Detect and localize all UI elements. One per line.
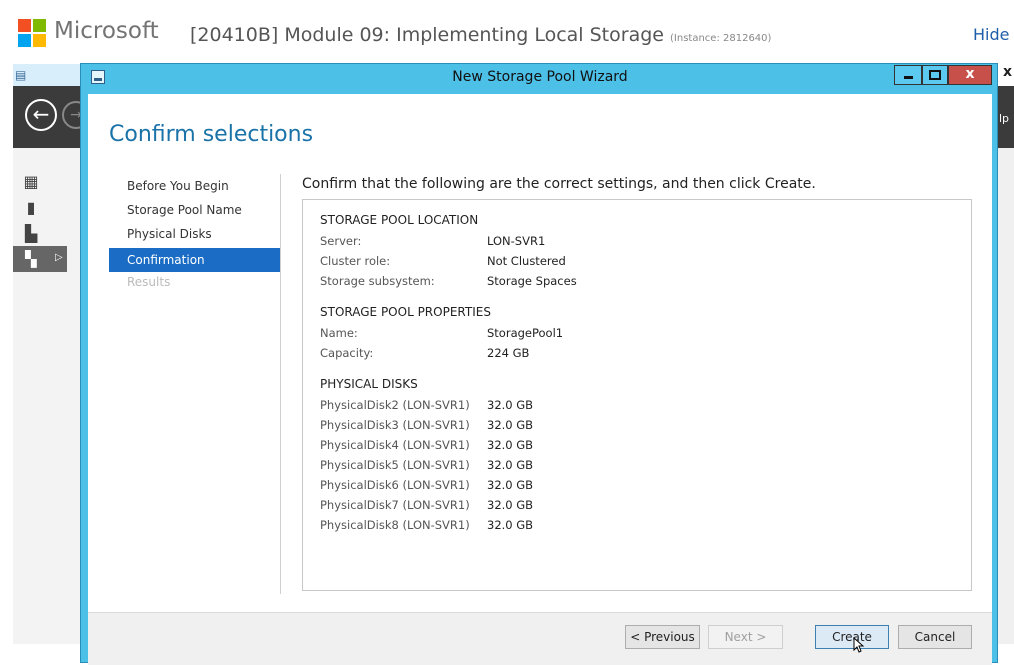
section-title-location: STORAGE POOL LOCATION	[320, 213, 479, 227]
disk-size: 32.0 GB	[487, 398, 534, 412]
confirmation-panel: STORAGE POOL LOCATION Server: LON-SVR1 C…	[302, 199, 972, 591]
hide-link[interactable]: Hide r	[973, 25, 1014, 44]
file-storage-icon: ▚	[25, 250, 37, 268]
lab-title-text: [20410B] Module 09: Implementing Local S…	[190, 24, 664, 46]
expand-arrow-icon: ▷	[55, 252, 63, 263]
disk-name: PhysicalDisk8 (LON-SVR1)	[320, 518, 470, 532]
row-key: Storage subsystem:	[320, 274, 435, 288]
row-value: Not Clustered	[487, 254, 566, 268]
section-title-properties: STORAGE POOL PROPERTIES	[320, 305, 491, 319]
close-icon: x	[965, 66, 975, 82]
close-button[interactable]: x	[948, 65, 992, 85]
wizard-steps: Before You Begin Storage Pool Name Physi…	[109, 176, 280, 296]
window-title: New Storage Pool Wizard	[452, 69, 628, 85]
brand-name: Microsoft	[54, 18, 159, 44]
instance-label: (Instance: 2812640)	[670, 33, 772, 44]
dashboard-icon[interactable]: ▦	[20, 173, 42, 191]
help-menu-label: lp	[999, 112, 1010, 125]
local-server-icon[interactable]: ▮	[20, 199, 42, 217]
disk-name: PhysicalDisk7 (LON-SVR1)	[320, 498, 470, 512]
row-key: Cluster role:	[320, 254, 391, 268]
disk-name: PhysicalDisk3 (LON-SVR1)	[320, 418, 470, 432]
wizard-footer: < Previous Next > Create Cancel	[88, 612, 992, 665]
disk-size: 32.0 GB	[487, 498, 534, 512]
row-value: LON-SVR1	[487, 234, 546, 248]
disk-name: PhysicalDisk2 (LON-SVR1)	[320, 398, 470, 412]
disk-size: 32.0 GB	[487, 418, 534, 432]
background-close-icon[interactable]: x	[1003, 64, 1012, 80]
row-value: StoragePool1	[487, 326, 564, 340]
disk-name: PhysicalDisk4 (LON-SVR1)	[320, 438, 470, 452]
background-help-menu[interactable]: lp	[996, 86, 1014, 148]
disk-size: 32.0 GB	[487, 518, 534, 532]
background-window-edge	[996, 64, 1014, 644]
cancel-button[interactable]: Cancel	[898, 625, 972, 649]
row-value: 224 GB	[487, 346, 530, 360]
server-manager-nav-bar: ← →	[13, 86, 90, 148]
server-manager-sidebar	[13, 64, 83, 644]
page-title: Confirm selections	[109, 122, 314, 147]
disk-size: 32.0 GB	[487, 478, 534, 492]
minimize-button[interactable]	[894, 65, 922, 85]
back-arrow-icon[interactable]: ←	[25, 99, 57, 131]
disk-size: 32.0 GB	[487, 458, 534, 472]
step-results: Results	[127, 275, 171, 289]
disk-name: PhysicalDisk5 (LON-SVR1)	[320, 458, 470, 472]
wizard-client-area: Confirm selections Before You Begin Stor…	[88, 94, 992, 665]
new-storage-pool-wizard-window: New Storage Pool Wizard x Confirm select…	[80, 63, 998, 665]
disk-name: PhysicalDisk6 (LON-SVR1)	[320, 478, 470, 492]
create-button[interactable]: Create	[815, 625, 889, 649]
steps-divider	[280, 174, 281, 594]
section-title-disks: PHYSICAL DISKS	[320, 377, 418, 391]
step-physical-disks[interactable]: Physical Disks	[109, 224, 280, 248]
row-key: Capacity:	[320, 346, 374, 360]
minimize-icon	[903, 76, 913, 79]
row-key: Server:	[320, 234, 362, 248]
row-key: Name:	[320, 326, 358, 340]
row-value: Storage Spaces	[487, 274, 577, 288]
server-manager-titlebar: ▤	[13, 64, 83, 86]
maximize-button[interactable]	[922, 65, 948, 85]
file-storage-services-item[interactable]: ▚ ▷	[13, 246, 67, 272]
step-confirmation[interactable]: Confirmation	[109, 248, 280, 272]
lab-title: [20410B] Module 09: Implementing Local S…	[190, 24, 771, 46]
previous-button[interactable]: < Previous	[625, 625, 700, 649]
step-before-you-begin[interactable]: Before You Begin	[109, 176, 280, 200]
server-manager-icon: ▤	[15, 68, 27, 82]
mouse-cursor-icon	[853, 637, 865, 653]
disk-size: 32.0 GB	[487, 438, 534, 452]
step-storage-pool-name[interactable]: Storage Pool Name	[109, 200, 280, 224]
maximize-icon	[929, 70, 941, 80]
instruction-text: Confirm that the following are the corre…	[302, 176, 816, 192]
next-button: Next >	[708, 625, 783, 649]
all-servers-icon[interactable]: ▙	[20, 225, 42, 243]
microsoft-logo-icon	[18, 19, 46, 47]
